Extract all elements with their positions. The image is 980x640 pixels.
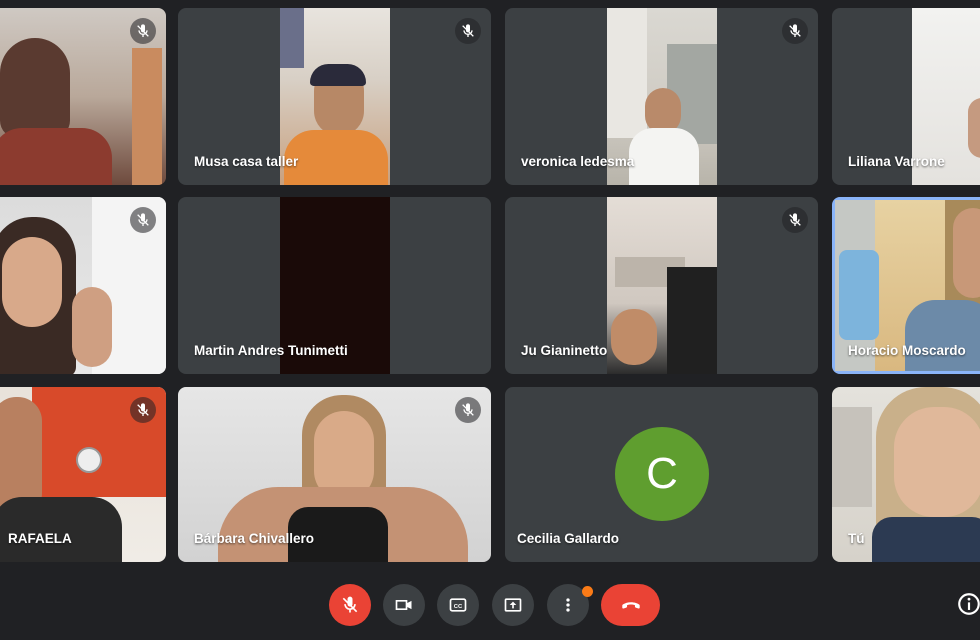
participant-tile-self[interactable]: Tú (832, 387, 980, 562)
present-screen-icon (504, 598, 522, 612)
participant-name: veronica ledesma (521, 154, 635, 169)
captions-button[interactable]: CC (437, 584, 479, 626)
mic-off-indicator (130, 397, 156, 423)
mic-off-indicator (130, 18, 156, 44)
videocam-icon (395, 600, 412, 610)
mic-toggle-button[interactable] (329, 584, 371, 626)
captions-label: CC (454, 604, 463, 610)
participant-tile[interactable]: Liliana Varrone (832, 8, 980, 185)
mic-off-icon (462, 24, 474, 37)
call-end-icon (621, 602, 640, 609)
mic-off-indicator (782, 207, 808, 233)
participant-tile-active-speaker[interactable]: Horacio Moscardo (832, 197, 980, 374)
leave-call-button[interactable] (601, 584, 660, 626)
more-vert-icon (566, 598, 570, 612)
mic-off-indicator (455, 18, 481, 44)
mic-off-icon (462, 403, 474, 416)
participant-name: Cecilia Gallardo (517, 531, 620, 546)
mic-off-indicator (130, 207, 156, 233)
participant-tile[interactable]: Bárbara Chivallero (178, 387, 491, 562)
camera-toggle-button[interactable] (383, 584, 425, 626)
participant-name: Martin Andres Tunimetti (194, 343, 348, 358)
participant-tile[interactable]: RAFAELA (0, 387, 166, 562)
participant-tile[interactable]: Martin Andres Tunimetti (178, 197, 491, 374)
mic-off-icon (137, 24, 149, 37)
meeting-stage: Musa casa taller veronica ledesma Lilian… (0, 0, 980, 640)
participant-tile[interactable]: Ju Gianinetto (505, 197, 818, 374)
mic-off-icon (789, 24, 801, 37)
meeting-info-button[interactable] (956, 591, 980, 617)
mic-off-icon (342, 596, 358, 613)
present-screen-button[interactable] (492, 584, 534, 626)
participant-tile[interactable] (0, 197, 166, 374)
participant-name: Tú (848, 531, 865, 546)
participant-tile[interactable]: veronica ledesma (505, 8, 818, 185)
participant-name: Musa casa taller (194, 154, 299, 169)
closed-caption-icon: CC (449, 598, 467, 612)
mic-off-icon (137, 403, 149, 416)
participant-name: Liliana Varrone (848, 154, 945, 169)
participant-tile[interactable]: C Cecilia Gallardo (505, 387, 818, 562)
participant-tile[interactable] (0, 8, 166, 185)
participant-name: Bárbara Chivallero (194, 531, 315, 546)
participant-name: RAFAELA (8, 531, 72, 546)
participant-name: Ju Gianinetto (521, 343, 608, 358)
avatar: C (615, 427, 709, 521)
participant-tile[interactable]: Musa casa taller (178, 8, 491, 185)
mic-off-icon (137, 213, 149, 226)
participant-name: Horacio Moscardo (848, 343, 966, 358)
info-icon (958, 593, 980, 615)
mic-off-indicator (782, 18, 808, 44)
notification-dot (582, 586, 593, 597)
participant-video (607, 197, 717, 374)
mic-off-icon (789, 213, 801, 226)
mic-off-indicator (455, 397, 481, 423)
